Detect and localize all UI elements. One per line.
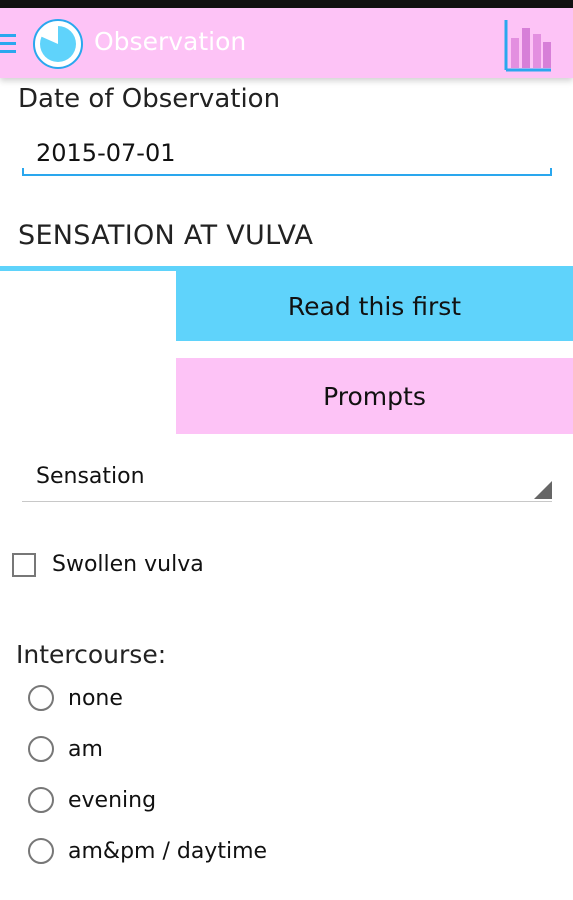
radio-button[interactable] [28, 736, 54, 762]
radio-label: am [68, 736, 103, 762]
swollen-vulva-label: Swollen vulva [52, 552, 204, 577]
status-bar [0, 0, 573, 8]
intercourse-option-am-pm-daytime[interactable]: am&pm / daytime [28, 838, 267, 864]
read-this-first-button[interactable]: Read this first [176, 271, 573, 341]
radio-button[interactable] [28, 838, 54, 864]
sensation-spinner[interactable]: Sensation [22, 460, 552, 502]
intercourse-option-none[interactable]: none [28, 685, 123, 711]
app-title: Observation [94, 27, 247, 56]
sensation-spinner-value: Sensation [36, 464, 145, 489]
intercourse-option-am[interactable]: am [28, 736, 103, 762]
dropdown-arrow-icon [534, 481, 552, 499]
bar-chart-icon[interactable] [503, 16, 553, 74]
date-label: Date of Observation [18, 84, 281, 114]
hamburger-icon[interactable] [0, 34, 16, 54]
intercourse-option-evening[interactable]: evening [28, 787, 156, 813]
radio-label: none [68, 685, 123, 711]
intercourse-label: Intercourse: [16, 640, 167, 669]
section-title: SENSATION AT VULVA [18, 220, 314, 251]
radio-label: am&pm / daytime [68, 838, 268, 864]
date-field[interactable]: 2015-07-01 [22, 132, 552, 176]
prompts-button[interactable]: Prompts [176, 358, 573, 434]
swollen-vulva-checkbox-row[interactable]: Swollen vulva [12, 552, 204, 577]
radio-button[interactable] [28, 787, 54, 813]
pie-logo-icon[interactable] [32, 18, 84, 70]
app-bar: Observation [0, 8, 573, 78]
radio-button[interactable] [28, 685, 54, 711]
radio-label: evening [68, 787, 157, 813]
swollen-vulva-checkbox[interactable] [12, 552, 36, 577]
